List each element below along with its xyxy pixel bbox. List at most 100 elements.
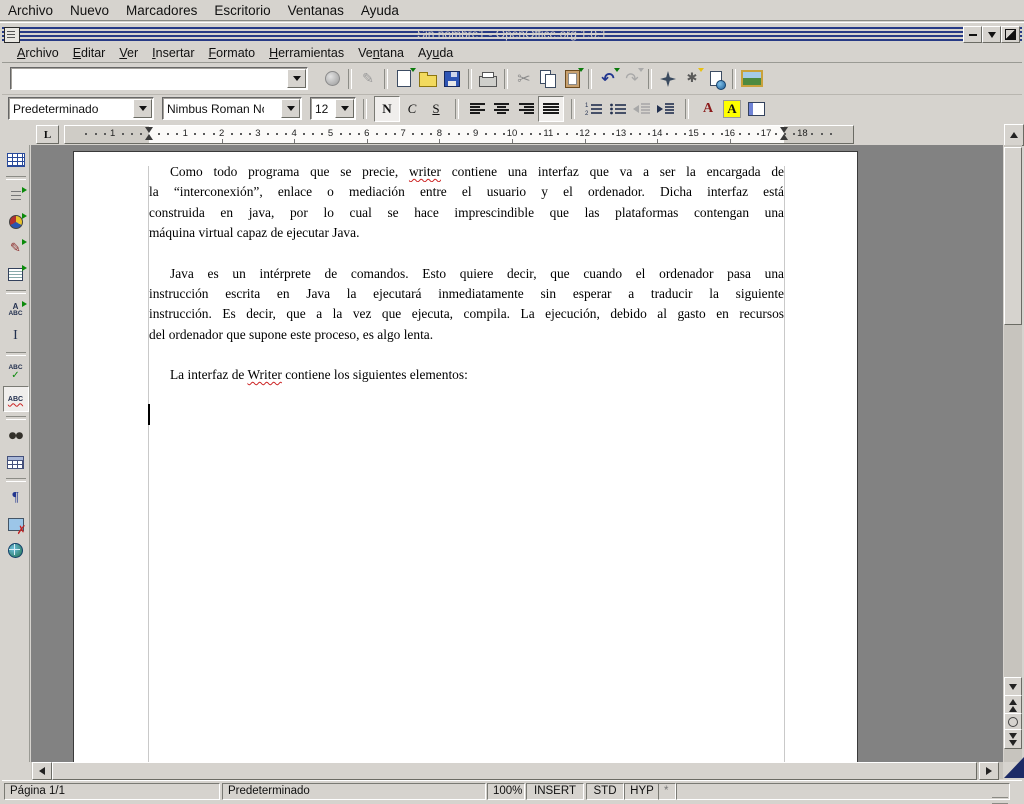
copy-button[interactable]	[536, 67, 560, 91]
menu-ayuda[interactable]: Ayuda	[411, 44, 460, 62]
status-insert-mode[interactable]: INSERT	[526, 783, 584, 800]
scroll-down-button[interactable]	[1004, 677, 1022, 697]
horizontal-scrollbar[interactable]	[31, 762, 1003, 779]
font-dropdown-button[interactable]	[281, 99, 300, 118]
bold-button[interactable]: N	[374, 96, 400, 122]
desktop-menu-archivo[interactable]: Archivo	[8, 3, 53, 18]
paragraph-style-combobox[interactable]: Predeterminado	[8, 97, 154, 120]
find-replace-button[interactable]: ●●	[4, 424, 28, 448]
scroll-right-button[interactable]	[979, 762, 999, 780]
menu-insertar[interactable]: Insertar	[145, 44, 201, 62]
align-justify-button[interactable]	[538, 96, 564, 122]
menu-editar[interactable]: Editar	[66, 44, 113, 62]
document-text[interactable]: Como todo programa que se precie, writer…	[149, 162, 784, 406]
scroll-left-button[interactable]	[32, 762, 52, 780]
underline-button[interactable]: S	[424, 97, 448, 121]
url-dropdown-button[interactable]	[287, 69, 306, 88]
show-draw-functions-button[interactable]: ✎	[4, 236, 28, 260]
status-page[interactable]: Página 1/1	[4, 783, 220, 800]
status-hyperlink-mode[interactable]: HYP	[624, 783, 660, 800]
desktop-menu-nuevo[interactable]: Nuevo	[70, 3, 109, 18]
font-name-combobox[interactable]: Nimbus Roman No	[162, 97, 302, 120]
chart-icon	[9, 215, 23, 229]
auto-spellcheck-button[interactable]: ABC	[3, 386, 29, 412]
size-dropdown-button[interactable]	[335, 99, 354, 118]
cut-button[interactable]: ✂	[512, 67, 536, 91]
bullet-list-button[interactable]	[606, 97, 630, 121]
menu-ver[interactable]: Ver	[112, 44, 145, 62]
maximize-button[interactable]	[1001, 26, 1020, 43]
status-zoom[interactable]: 100%	[487, 783, 525, 800]
open-folder-icon	[419, 75, 437, 87]
url-combobox[interactable]	[10, 67, 308, 90]
titlebar[interactable]: Sin nombre1 - OpenOffice.org 1.0.1	[2, 25, 1022, 43]
vertical-scrollbar[interactable]	[1004, 145, 1022, 762]
desktop-menu-ayuda[interactable]: Ayuda	[361, 3, 399, 18]
form-functions-button[interactable]	[4, 262, 28, 286]
cut-icon: ✂	[517, 71, 530, 87]
document-view[interactable]: Como todo programa que se precie, writer…	[31, 145, 1003, 762]
minimize-button[interactable]	[963, 26, 982, 43]
left-indent-marker[interactable]	[145, 126, 154, 141]
edit-file-button[interactable]: ✎	[356, 67, 380, 91]
desktop-menu-escritorio[interactable]: Escritorio	[214, 3, 270, 18]
next-page-button[interactable]	[1004, 729, 1022, 749]
tab-type-selector[interactable]: L	[36, 125, 59, 144]
menu-archivo[interactable]: Archivo	[10, 44, 66, 62]
spellcheck-button[interactable]: ABC ✓	[4, 360, 28, 384]
highlighting-button[interactable]: A	[720, 97, 744, 121]
menu-ventana[interactable]: Ventana	[351, 44, 411, 62]
desktop-menu-ventanas[interactable]: Ventanas	[288, 3, 344, 18]
increase-indent-button[interactable]	[654, 97, 678, 121]
direct-cursor-button[interactable]: I	[4, 324, 28, 348]
stop-loading-button[interactable]	[320, 67, 344, 91]
resize-grip[interactable]	[992, 797, 1008, 804]
paste-button[interactable]	[560, 67, 584, 91]
new-document-icon	[397, 70, 411, 87]
align-center-button[interactable]	[490, 97, 514, 121]
navigator-button[interactable]	[656, 67, 680, 91]
previous-page-button[interactable]	[1004, 695, 1022, 715]
decrease-indent-button[interactable]	[630, 97, 654, 121]
horizontal-scrollbar-thumb[interactable]	[52, 762, 977, 780]
insert-table-button[interactable]	[4, 148, 28, 172]
horizontal-ruler[interactable]: 1123456789101112131415161718	[64, 125, 854, 144]
insert-button[interactable]	[4, 184, 28, 208]
gallery-button[interactable]	[740, 67, 764, 91]
nonprinting-characters-button[interactable]: ¶	[4, 486, 28, 510]
menu-herramientas[interactable]: Herramientas	[262, 44, 351, 62]
desktop-menu-marcadores[interactable]: Marcadores	[126, 3, 197, 18]
status-page-style[interactable]: Predeterminado	[222, 783, 486, 800]
redo-button[interactable]: ↷	[620, 67, 644, 91]
status-selection-mode[interactable]: STD	[586, 783, 624, 800]
graphics-onoff-button[interactable]: ✗	[4, 512, 28, 536]
page[interactable]: Como todo programa que se precie, writer…	[73, 151, 858, 762]
align-right-button[interactable]	[514, 97, 538, 121]
paragraph-background-button[interactable]	[744, 97, 768, 121]
autotext-button[interactable]: A ABC	[4, 298, 28, 322]
align-left-button[interactable]	[466, 97, 490, 121]
misspelled-word: Writer	[247, 367, 281, 382]
vertical-scrollbar-thumb[interactable]	[1004, 147, 1022, 325]
window-shade-button[interactable]	[982, 26, 1001, 43]
menu-formato[interactable]: Formato	[202, 44, 263, 62]
insert-object-button[interactable]	[4, 210, 28, 234]
new-document-button[interactable]	[392, 67, 416, 91]
stylist-button[interactable]: ✱	[680, 67, 704, 91]
italic-button[interactable]: C	[400, 97, 424, 121]
undo-button[interactable]: ↶	[596, 67, 620, 91]
undo-icon: ↶	[601, 71, 614, 87]
open-button[interactable]	[416, 67, 440, 91]
online-layout-button[interactable]	[4, 538, 28, 562]
font-color-button[interactable]: A	[696, 97, 720, 121]
hyperlink-button[interactable]	[704, 67, 728, 91]
scroll-up-button[interactable]	[1004, 124, 1024, 146]
picture-icon	[741, 70, 763, 87]
save-button[interactable]	[440, 67, 464, 91]
font-size-combobox[interactable]: 12	[310, 97, 356, 120]
print-button[interactable]	[476, 67, 500, 91]
numbered-list-button[interactable]: 12	[582, 97, 606, 121]
window-system-menu-icon[interactable]	[4, 27, 20, 43]
data-sources-button[interactable]	[4, 450, 28, 474]
style-dropdown-button[interactable]	[133, 99, 152, 118]
